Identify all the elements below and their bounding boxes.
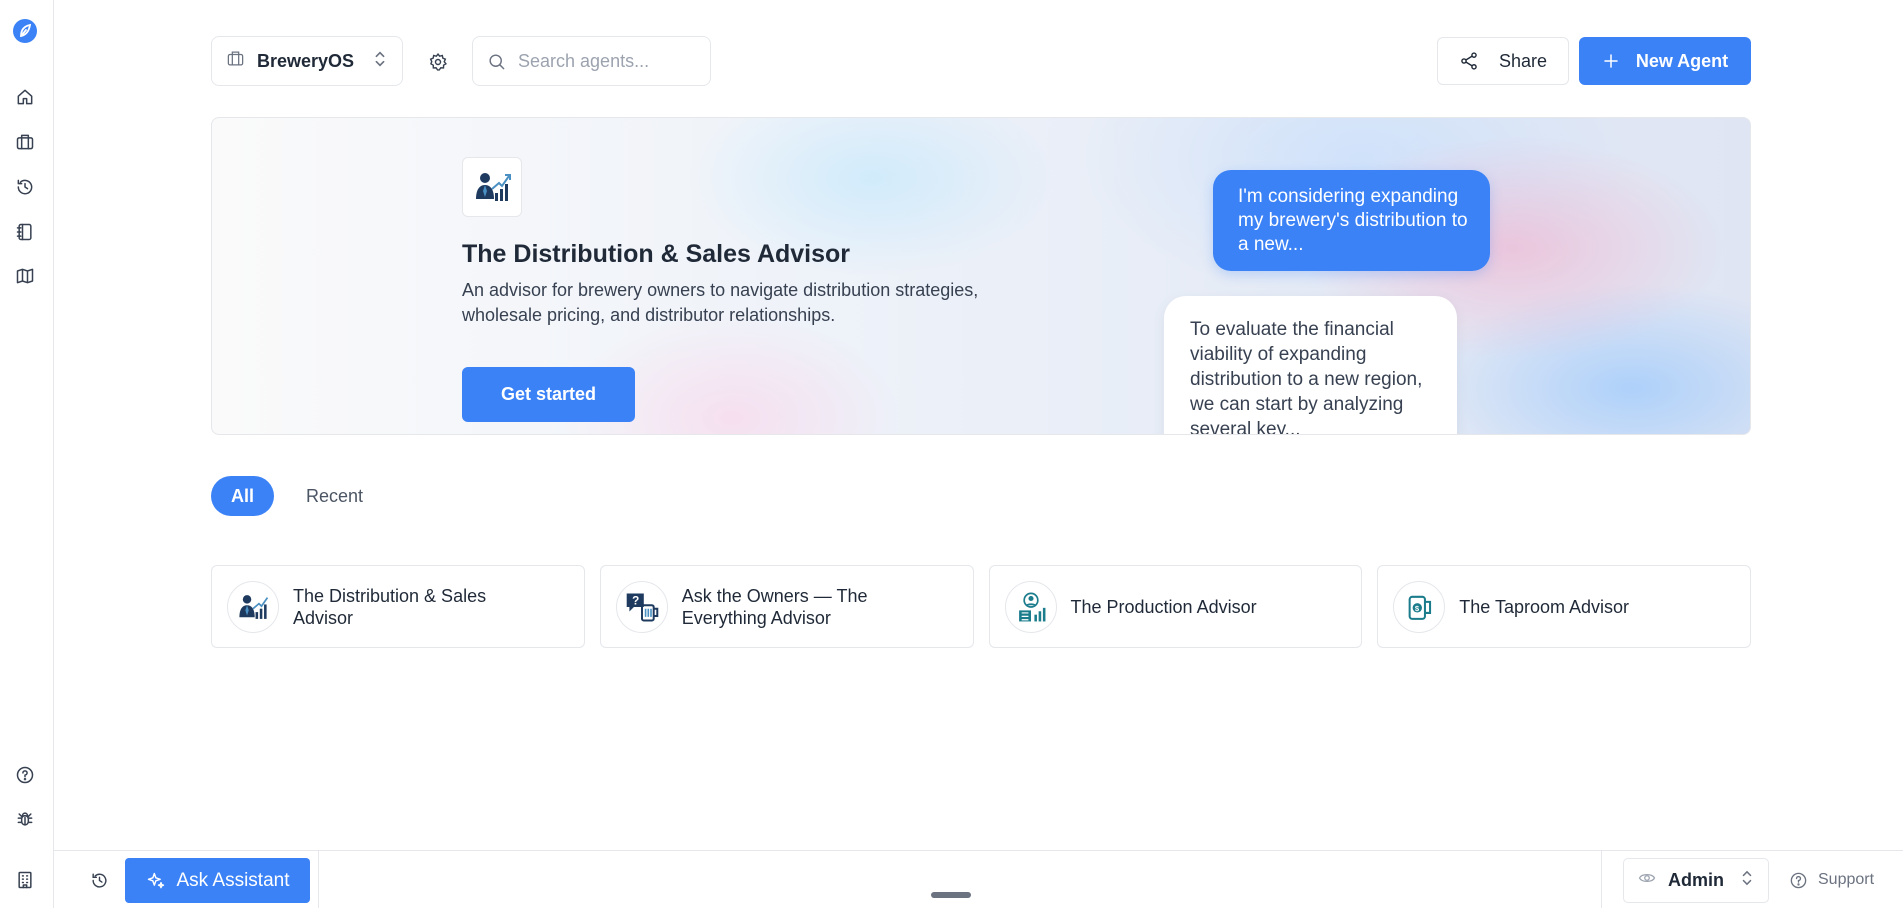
get-started-button[interactable]: Get started (462, 367, 635, 422)
agent-card-name: The Taproom Advisor (1459, 596, 1630, 617)
svg-text:$: $ (1415, 603, 1420, 612)
featured-agent-title: The Distribution & Sales Advisor (462, 240, 851, 268)
building-icon (18, 871, 32, 889)
workspace-select[interactable]: BreweryOS (211, 36, 403, 86)
eye-icon (1638, 869, 1656, 892)
agent-card-production[interactable]: The Production Advisor (988, 565, 1363, 648)
tab-recent[interactable]: Recent (286, 476, 383, 516)
agent-card-taproom[interactable]: $ The Taproom Advisor (1377, 565, 1751, 648)
agent-card-list: The Distribution & Sales Advisor ? Ask t… (211, 565, 1751, 648)
role-select[interactable]: Admin (1623, 858, 1769, 903)
search-input[interactable] (518, 50, 688, 72)
tab-all[interactable]: All (211, 476, 275, 516)
sales-chart-person-icon (227, 580, 279, 633)
bug-icon (17, 812, 33, 826)
home-icon (17, 89, 33, 105)
app-logo[interactable] (13, 19, 37, 43)
sample-assistant-message: To evaluate the financial viability of e… (1164, 296, 1457, 434)
beer-mug-icon: $ (1393, 580, 1446, 633)
agent-filter-tabs: All Recent (211, 476, 383, 516)
share-icon (1461, 52, 1477, 70)
agent-card-name: The Distribution & Sales Advisor (293, 585, 487, 628)
briefcase-icon (226, 49, 245, 73)
agent-card-name: The Production Advisor (1070, 596, 1257, 617)
share-label: Share (1498, 50, 1548, 71)
ask-assistant-button[interactable]: Ask Assistant (125, 858, 310, 903)
plus-icon (1604, 54, 1618, 68)
rail-debug-button[interactable] (12, 806, 38, 832)
support-label: Support (1818, 871, 1875, 888)
history-icon (91, 872, 107, 888)
workspace-label: BreweryOS (257, 50, 355, 71)
support-link[interactable]: Support (1789, 865, 1874, 895)
sample-user-message: I'm considering expanding my brewery's d… (1213, 170, 1490, 271)
chevron-up-down-icon (372, 50, 388, 73)
new-agent-button[interactable]: New Agent (1579, 37, 1751, 85)
sparkles-icon (147, 872, 164, 888)
left-rail (0, 0, 54, 908)
panel-resize-handle[interactable] (931, 892, 971, 898)
history-icon (17, 179, 33, 195)
rail-workspaces-button[interactable] (12, 129, 38, 155)
help-icon (1790, 872, 1807, 888)
agent-card-name: Ask the Owners — The Everything Advisor (681, 585, 868, 628)
rail-notebook-button[interactable] (12, 219, 38, 245)
notebook-icon (16, 223, 32, 241)
search-box (472, 36, 711, 86)
question-beer-icon: ? (615, 580, 668, 633)
help-icon (16, 766, 34, 784)
new-agent-label: New Agent (1635, 50, 1729, 71)
divider (318, 851, 319, 908)
featured-agent-description: An advisor for brewery owners to navigat… (462, 280, 979, 325)
leaf-logo-icon (20, 23, 32, 38)
role-label: Admin (1668, 870, 1724, 890)
sales-chart-person-icon (462, 157, 522, 217)
agent-card-ask-the-owners[interactable]: ? Ask the Owners — The Everything Adviso… (599, 565, 974, 648)
chevron-up-down-icon (1740, 869, 1754, 892)
share-button[interactable]: Share (1437, 37, 1569, 85)
rail-map-button[interactable] (12, 263, 38, 289)
briefcase-icon (16, 134, 34, 150)
svg-text:?: ? (632, 594, 639, 607)
ask-assistant-label: Ask Assistant (176, 869, 290, 891)
rail-help-button[interactable] (12, 762, 38, 788)
bottom-bar: Ask Assistant Admin Support (54, 850, 1903, 908)
map-icon (16, 268, 34, 284)
gear-icon (429, 52, 447, 71)
assistant-history-button[interactable] (86, 867, 112, 893)
featured-agent-banner: The Distribution & Sales Advisor An advi… (211, 117, 1751, 435)
rail-organization-button[interactable] (12, 867, 38, 893)
settings-button[interactable] (424, 48, 452, 76)
agent-card-distribution-sales[interactable]: The Distribution & Sales Advisor (211, 565, 585, 648)
rail-history-button[interactable] (12, 174, 38, 200)
divider (1601, 851, 1602, 908)
search-icon (489, 53, 505, 69)
production-person-icon (1004, 580, 1057, 633)
rail-home-button[interactable] (12, 84, 38, 110)
app-root: BreweryOS Share New Agent (0, 0, 1903, 908)
